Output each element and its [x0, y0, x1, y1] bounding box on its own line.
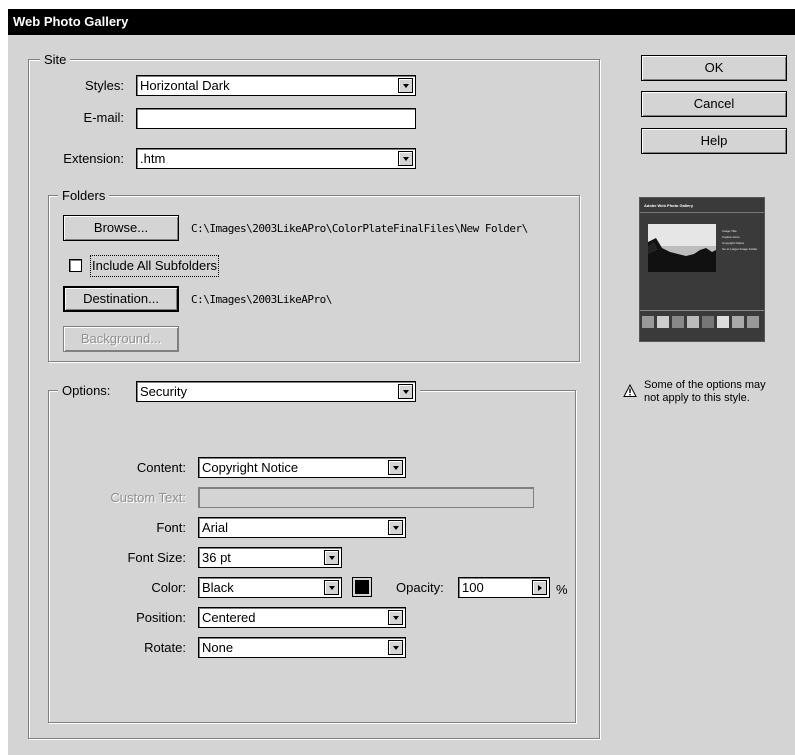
folders-legend: Folders	[58, 188, 110, 204]
position-label: Position:	[136, 610, 186, 625]
font-size-label: Font Size:	[127, 550, 186, 565]
preview-menu: Image Title Caption Here Copyright Notic…	[722, 228, 764, 252]
include-subfolders-checkbox[interactable]	[69, 259, 82, 272]
color-select[interactable]: Black	[198, 577, 342, 598]
chevron-right-icon[interactable]	[532, 580, 547, 595]
preview-thumb	[732, 316, 744, 328]
opacity-field[interactable]: 100	[458, 577, 550, 598]
window-title: Web Photo Gallery	[8, 9, 795, 35]
color-swatch-fill	[355, 580, 369, 594]
preview-thumb	[672, 316, 684, 328]
custom-text-label: Custom Text:	[110, 490, 186, 505]
chevron-down-icon[interactable]	[398, 78, 413, 93]
opacity-value: 100	[462, 580, 484, 595]
preview-menu-item: Go to Larger Image Folder	[722, 247, 758, 251]
cancel-button[interactable]: Cancel	[641, 91, 787, 117]
font-value: Arial	[202, 520, 229, 535]
opacity-label: Opacity:	[396, 580, 444, 595]
preview-thumb	[657, 316, 669, 328]
options-select[interactable]: Security	[136, 381, 416, 402]
preview-filmstrip	[642, 316, 764, 330]
custom-text-field[interactable]	[198, 487, 534, 508]
color-label: Color:	[151, 580, 186, 595]
rotate-value: None	[202, 640, 234, 655]
preview-thumb	[747, 316, 759, 328]
content-label: Content:	[136, 460, 186, 475]
font-size-value: 36 pt	[202, 550, 231, 565]
browse-button[interactable]: Browse...	[63, 215, 179, 241]
position-value: Centered	[202, 610, 256, 625]
chevron-down-icon[interactable]	[398, 384, 413, 399]
preview-thumb	[687, 316, 699, 328]
extension-select[interactable]: .htm	[136, 148, 416, 169]
preview-thumb	[642, 316, 654, 328]
help-button[interactable]: Help	[641, 128, 787, 154]
destination-button[interactable]: Destination...	[63, 286, 179, 312]
font-label: Font:	[156, 520, 186, 535]
extension-value: .htm	[140, 151, 166, 166]
styles-value: Horizontal Dark	[140, 78, 230, 93]
chevron-down-icon[interactable]	[388, 640, 403, 655]
chevron-down-icon[interactable]	[388, 520, 403, 535]
options-label: Options:	[62, 383, 111, 398]
ok-button[interactable]: OK	[641, 55, 787, 81]
preview-thumb	[702, 316, 714, 328]
email-field[interactable]	[136, 108, 416, 129]
chevron-down-icon[interactable]	[388, 610, 403, 625]
opacity-unit: %	[556, 582, 568, 597]
font-size-select[interactable]: 36 pt	[198, 547, 342, 568]
position-select[interactable]: Centered	[198, 607, 406, 628]
rotate-select[interactable]: None	[198, 637, 406, 658]
color-swatch[interactable]	[352, 577, 372, 597]
color-value: Black	[202, 580, 234, 595]
browse-path: C:\Images\2003LikeAPro\ColorPlateFinalFi…	[191, 222, 528, 235]
background-button[interactable]: Background...	[63, 326, 179, 352]
chevron-down-icon[interactable]	[388, 460, 403, 475]
style-note: Some of the options may not apply to thi…	[644, 379, 766, 404]
chevron-down-icon[interactable]	[324, 550, 339, 565]
web-photo-gallery-dialog: Web Photo Gallery Site Styles: Horizonta…	[7, 8, 795, 755]
styles-select[interactable]: Horizontal Dark	[136, 75, 416, 96]
email-label: E-mail:	[83, 110, 124, 125]
preview-thumb	[717, 316, 729, 328]
preview-title: Adobe Web Photo Gallery	[644, 203, 694, 208]
content-select[interactable]: Copyright Notice	[198, 457, 406, 478]
options-value: Security	[140, 384, 187, 399]
font-select[interactable]: Arial	[198, 517, 406, 538]
preview-photo	[648, 224, 716, 272]
content-value: Copyright Notice	[202, 460, 299, 475]
include-subfolders-label[interactable]: Include All Subfolders	[90, 255, 220, 277]
styles-label: Styles:	[84, 78, 124, 93]
chevron-down-icon[interactable]	[324, 580, 339, 595]
rotate-label: Rotate:	[144, 640, 186, 655]
extension-label: Extension:	[63, 151, 124, 166]
chevron-down-icon[interactable]	[398, 151, 413, 166]
style-preview-thumbnail: Adobe Web Photo Gallery Image Title Capt…	[639, 197, 765, 342]
warning-icon	[623, 384, 637, 397]
site-legend: Site	[40, 52, 71, 68]
destination-path: C:\Images\2003LikeAPro\	[191, 293, 332, 306]
